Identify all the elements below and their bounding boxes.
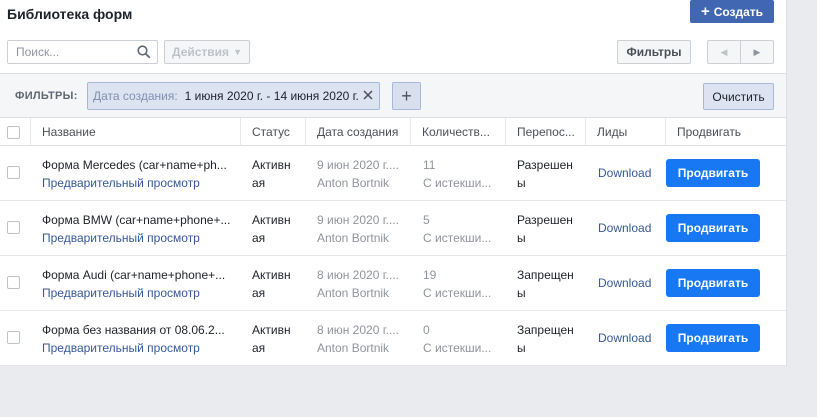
created-by: Anton Bortnik bbox=[317, 286, 390, 300]
status-text: Активн bbox=[252, 158, 291, 172]
status-text-cont: ая bbox=[252, 286, 266, 300]
clear-filters-button[interactable]: Очистить bbox=[703, 83, 774, 110]
search-input[interactable] bbox=[8, 41, 128, 63]
status-text-cont: ая bbox=[252, 176, 266, 190]
share-status-cont: ы bbox=[517, 286, 526, 300]
column-name[interactable]: Название bbox=[31, 118, 241, 146]
column-share[interactable]: Перепос... bbox=[506, 118, 586, 146]
preview-link[interactable]: Предварительный просмотр bbox=[42, 339, 236, 357]
chevron-down-icon: ▼ bbox=[233, 47, 242, 57]
share-status-cont: ы bbox=[517, 176, 526, 190]
share-status: Запрещен bbox=[517, 268, 574, 282]
plus-icon: + bbox=[700, 3, 710, 20]
form-library-panel: Библиотека форм + Создать Действия ▼ Фил… bbox=[0, 0, 787, 366]
form-name: Форма без названия от 08.06.2... bbox=[42, 323, 225, 337]
row-checkbox[interactable] bbox=[7, 276, 20, 289]
share-status-cont: ы bbox=[517, 341, 526, 355]
close-icon[interactable] bbox=[362, 89, 374, 101]
form-name: Форма Audi (car+name+phone+... bbox=[42, 268, 226, 282]
promote-button[interactable]: Продвигать bbox=[666, 324, 760, 352]
preview-link[interactable]: Предварительный просмотр bbox=[42, 229, 236, 247]
created-date: 9 июн 2020 г.... bbox=[317, 213, 399, 227]
table-header: Название Статус Дата создания Количеств.… bbox=[0, 118, 786, 146]
status-text: Активн bbox=[252, 213, 291, 227]
prev-page-icon[interactable]: ◀ bbox=[708, 41, 741, 63]
add-filter-button[interactable]: + bbox=[392, 82, 421, 110]
leads-count: 19 bbox=[423, 268, 437, 282]
row-checkbox[interactable] bbox=[7, 331, 20, 344]
column-count[interactable]: Количеств... bbox=[411, 118, 506, 146]
table-row: Форма без названия от 08.06.2... Предвари… bbox=[0, 311, 786, 366]
search-icon[interactable] bbox=[137, 45, 151, 59]
download-link[interactable]: Download bbox=[598, 274, 651, 292]
preview-link[interactable]: Предварительный просмотр bbox=[42, 284, 236, 302]
select-all-cell bbox=[0, 118, 31, 146]
created-date: 8 июн 2020 г.... bbox=[317, 268, 399, 282]
expired-count: С истекши... bbox=[423, 286, 492, 300]
created-date: 9 июн 2020 г.... bbox=[317, 158, 399, 172]
date-filter-chip[interactable]: Дата создания: 1 июня 2020 г. - 14 июня … bbox=[87, 82, 380, 110]
status-text-cont: ая bbox=[252, 231, 266, 245]
select-all-checkbox[interactable] bbox=[7, 125, 20, 139]
created-by: Anton Bortnik bbox=[317, 231, 390, 245]
download-link[interactable]: Download bbox=[598, 219, 651, 237]
leads-count: 5 bbox=[423, 213, 430, 227]
promote-button[interactable]: Продвигать bbox=[666, 214, 760, 242]
share-status-cont: ы bbox=[517, 231, 526, 245]
download-link[interactable]: Download bbox=[598, 329, 651, 347]
leads-count: 11 bbox=[423, 158, 436, 172]
share-status: Разрешен bbox=[517, 158, 573, 172]
actions-label: Действия bbox=[172, 45, 230, 59]
status-text-cont: ая bbox=[252, 341, 266, 355]
page-title: Библиотека форм bbox=[7, 6, 133, 22]
plus-icon: + bbox=[401, 85, 412, 106]
status-text: Активн bbox=[252, 268, 291, 282]
form-name: Форма BMW (car+name+phone+... bbox=[42, 213, 231, 227]
form-name: Форма Mercedes (car+name+ph... bbox=[42, 158, 227, 172]
created-by: Anton Bortnik bbox=[317, 176, 390, 190]
column-promote[interactable]: Продвигать bbox=[666, 118, 786, 146]
filter-bar-label: ФИЛЬТРЫ: bbox=[15, 90, 78, 102]
promote-button[interactable]: Продвигать bbox=[666, 159, 760, 187]
expired-count: С истекши... bbox=[423, 176, 492, 190]
created-by: Anton Bortnik bbox=[317, 341, 390, 355]
column-status[interactable]: Статус bbox=[241, 118, 306, 146]
pagination-nav: ◀ ▶ bbox=[707, 40, 774, 64]
share-status: Разрешен bbox=[517, 213, 573, 227]
created-date: 8 июн 2020 г.... bbox=[317, 323, 399, 337]
table-row: Форма Mercedes (car+name+ph... Предварите… bbox=[0, 146, 786, 201]
expired-count: С истекши... bbox=[423, 341, 492, 355]
promote-button[interactable]: Продвигать bbox=[666, 269, 760, 297]
row-checkbox[interactable] bbox=[7, 221, 20, 234]
create-button[interactable]: + Создать bbox=[690, 0, 774, 23]
filters-button[interactable]: Фильтры bbox=[617, 40, 691, 64]
leads-count: 0 bbox=[423, 323, 430, 337]
filter-bar: ФИЛЬТРЫ: Дата создания: 1 июня 2020 г. -… bbox=[0, 73, 786, 118]
filter-chip-key: Дата создания: bbox=[93, 89, 178, 103]
actions-dropdown[interactable]: Действия ▼ bbox=[164, 40, 250, 64]
search-box bbox=[7, 40, 158, 64]
preview-link[interactable]: Предварительный просмотр bbox=[42, 174, 236, 192]
column-leads[interactable]: Лиды bbox=[586, 118, 666, 146]
status-text: Активн bbox=[252, 323, 291, 337]
next-page-icon[interactable]: ▶ bbox=[741, 41, 773, 63]
table-row: Форма BMW (car+name+phone+... Предварител… bbox=[0, 201, 786, 256]
filter-chip-value: 1 июня 2020 г. - 14 июня 2020 г. bbox=[184, 89, 359, 103]
table-row: Форма Audi (car+name+phone+... Предварите… bbox=[0, 256, 786, 311]
expired-count: С истекши... bbox=[423, 231, 492, 245]
column-created[interactable]: Дата создания bbox=[306, 118, 411, 146]
create-label: Создать bbox=[713, 4, 764, 19]
share-status: Запрещен bbox=[517, 323, 574, 337]
row-checkbox[interactable] bbox=[7, 166, 20, 179]
download-link[interactable]: Download bbox=[598, 164, 651, 182]
